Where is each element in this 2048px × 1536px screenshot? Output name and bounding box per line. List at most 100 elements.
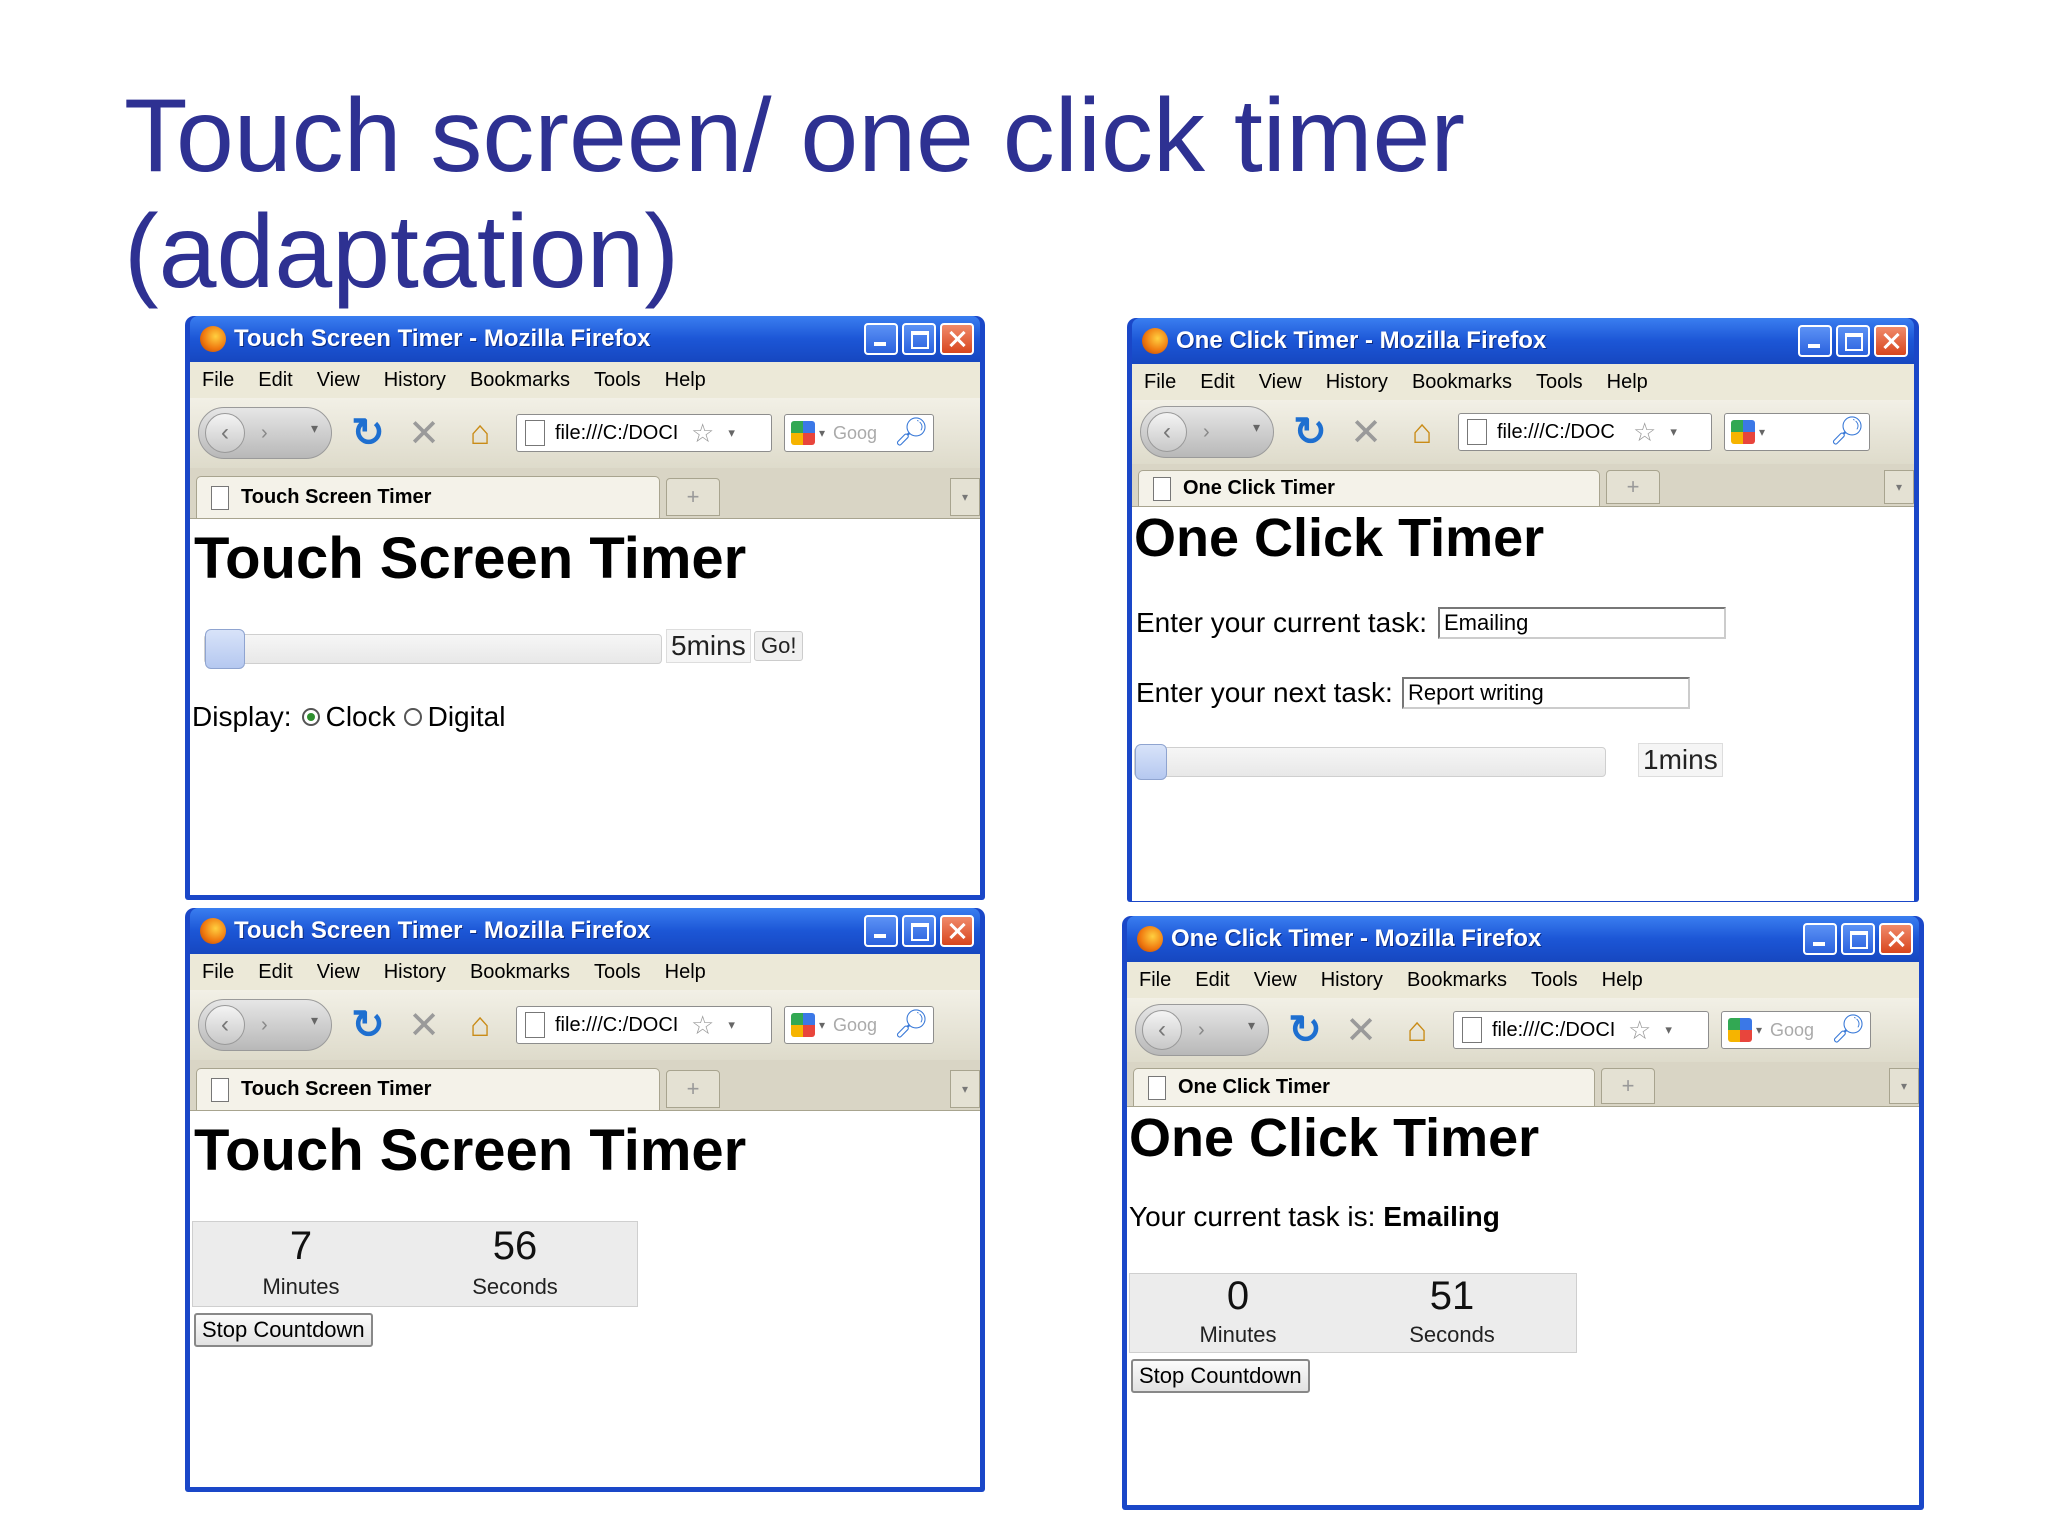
back-button[interactable]: ‹ [205, 413, 245, 453]
maximize-button[interactable] [1836, 325, 1870, 357]
bookmark-star-icon[interactable]: ☆ [691, 1010, 714, 1041]
url-bar[interactable]: file:///C:/DOC ☆ ▾ [1458, 413, 1712, 451]
maximize-button[interactable] [1841, 923, 1875, 955]
history-dropdown-icon[interactable]: ▾ [311, 420, 318, 437]
menu-bookmarks[interactable]: Bookmarks [1412, 371, 1512, 394]
menu-file[interactable]: File [1144, 371, 1176, 394]
menu-edit[interactable]: Edit [1195, 969, 1229, 992]
google-icon[interactable] [1728, 1018, 1752, 1042]
bookmark-star-icon[interactable]: ☆ [1628, 1015, 1651, 1046]
tab-one-click-timer[interactable]: One Click Timer [1138, 470, 1600, 506]
menu-help[interactable]: Help [1607, 371, 1648, 394]
menu-history[interactable]: History [384, 369, 446, 392]
url-dropdown-icon[interactable]: ▾ [1670, 424, 1677, 440]
url-bar[interactable]: file:///C:/DOCI ☆ ▾ [1453, 1011, 1709, 1049]
menu-help[interactable]: Help [665, 369, 706, 392]
menu-history[interactable]: History [1321, 969, 1383, 992]
window-titlebar[interactable]: One Click Timer - Mozilla Firefox [1132, 318, 1914, 364]
tab-list-dropdown-icon[interactable]: ▾ [950, 478, 980, 516]
search-icon[interactable]: 🔎︎ [1829, 414, 1865, 447]
url-dropdown-icon[interactable]: ▾ [728, 425, 735, 441]
menu-help[interactable]: Help [665, 961, 706, 984]
menu-bookmarks[interactable]: Bookmarks [470, 369, 570, 392]
close-button[interactable] [940, 323, 974, 355]
menu-history[interactable]: History [1326, 371, 1388, 394]
home-button[interactable]: ⌂ [460, 1006, 500, 1045]
close-button[interactable] [1879, 923, 1913, 955]
search-bar[interactable]: ▾ Goog 🔎︎ [784, 1006, 934, 1044]
menu-view[interactable]: View [1259, 371, 1302, 394]
home-button[interactable]: ⌂ [460, 414, 500, 453]
digital-radio[interactable] [403, 708, 422, 726]
menu-tools[interactable]: Tools [594, 961, 641, 984]
back-button[interactable]: ‹ [1142, 1010, 1182, 1050]
maximize-button[interactable] [902, 915, 936, 947]
history-dropdown-icon[interactable]: ▾ [311, 1012, 318, 1029]
search-bar[interactable]: ▾ Goog 🔎︎ [1721, 1011, 1871, 1049]
menu-file[interactable]: File [202, 961, 234, 984]
tab-touch-screen-timer[interactable]: Touch Screen Timer [196, 476, 660, 518]
url-dropdown-icon[interactable]: ▾ [728, 1017, 735, 1033]
home-button[interactable]: ⌂ [1402, 413, 1442, 452]
new-tab-button[interactable]: + [666, 1070, 720, 1108]
current-task-input[interactable]: Emailing [1438, 607, 1726, 639]
maximize-button[interactable] [902, 323, 936, 355]
stop-button[interactable]: ✕ [406, 1003, 442, 1048]
search-engine-dropdown-icon[interactable]: ▾ [819, 426, 825, 440]
url-bar[interactable]: file:///C:/DOCI ☆ ▾ [516, 414, 772, 452]
forward-button[interactable]: › [1203, 421, 1210, 444]
google-icon[interactable] [1731, 420, 1755, 444]
new-tab-button[interactable]: + [1606, 470, 1660, 504]
url-dropdown-icon[interactable]: ▾ [1665, 1022, 1672, 1038]
duration-slider[interactable] [204, 629, 662, 669]
menu-bookmarks[interactable]: Bookmarks [1407, 969, 1507, 992]
menu-file[interactable]: File [1139, 969, 1171, 992]
menu-help[interactable]: Help [1602, 969, 1643, 992]
forward-button[interactable]: › [261, 1014, 268, 1037]
reload-button[interactable]: ↻ [1285, 1007, 1325, 1053]
search-icon[interactable]: 🔎︎ [893, 415, 929, 448]
search-engine-dropdown-icon[interactable]: ▾ [1759, 425, 1765, 439]
slider-handle[interactable] [205, 629, 245, 669]
minimize-button[interactable] [1798, 325, 1832, 357]
history-dropdown-icon[interactable]: ▾ [1253, 419, 1260, 436]
tab-touch-screen-timer[interactable]: Touch Screen Timer [196, 1068, 660, 1110]
menu-edit[interactable]: Edit [1200, 371, 1234, 394]
menu-edit[interactable]: Edit [258, 961, 292, 984]
menu-view[interactable]: View [317, 369, 360, 392]
search-bar[interactable]: ▾ Goog 🔎︎ [784, 414, 934, 452]
clock-radio[interactable] [301, 708, 320, 726]
forward-button[interactable]: › [261, 422, 268, 445]
tab-list-dropdown-icon[interactable]: ▾ [1884, 470, 1914, 504]
menu-tools[interactable]: Tools [1536, 371, 1583, 394]
reload-button[interactable]: ↻ [348, 1002, 388, 1048]
next-task-input[interactable]: Report writing [1402, 677, 1690, 709]
stop-button[interactable]: ✕ [1348, 410, 1384, 455]
tab-one-click-timer[interactable]: One Click Timer [1133, 1068, 1595, 1106]
minimize-button[interactable] [864, 915, 898, 947]
minimize-button[interactable] [864, 323, 898, 355]
back-button[interactable]: ‹ [205, 1005, 245, 1045]
new-tab-button[interactable]: + [666, 478, 720, 516]
window-titlebar[interactable]: One Click Timer - Mozilla Firefox [1127, 916, 1919, 962]
search-bar[interactable]: ▾ 🔎︎ [1724, 413, 1870, 451]
bookmark-star-icon[interactable]: ☆ [691, 418, 714, 449]
slider-handle[interactable] [1135, 744, 1167, 780]
search-icon[interactable]: 🔎︎ [893, 1007, 929, 1040]
menu-edit[interactable]: Edit [258, 369, 292, 392]
forward-button[interactable]: › [1198, 1019, 1205, 1042]
window-titlebar[interactable]: Touch Screen Timer - Mozilla Firefox [190, 316, 980, 362]
back-button[interactable]: ‹ [1147, 412, 1187, 452]
tab-list-dropdown-icon[interactable]: ▾ [950, 1070, 980, 1108]
stop-countdown-button[interactable]: Stop Countdown [1131, 1359, 1310, 1393]
search-engine-dropdown-icon[interactable]: ▾ [819, 1018, 825, 1032]
menu-bookmarks[interactable]: Bookmarks [470, 961, 570, 984]
close-button[interactable] [940, 915, 974, 947]
duration-slider[interactable] [1134, 744, 1606, 780]
google-icon[interactable] [791, 1013, 815, 1037]
menu-view[interactable]: View [317, 961, 360, 984]
bookmark-star-icon[interactable]: ☆ [1633, 417, 1656, 448]
go-button[interactable]: Go! [754, 631, 804, 661]
minimize-button[interactable] [1803, 923, 1837, 955]
reload-button[interactable]: ↻ [1290, 409, 1330, 455]
